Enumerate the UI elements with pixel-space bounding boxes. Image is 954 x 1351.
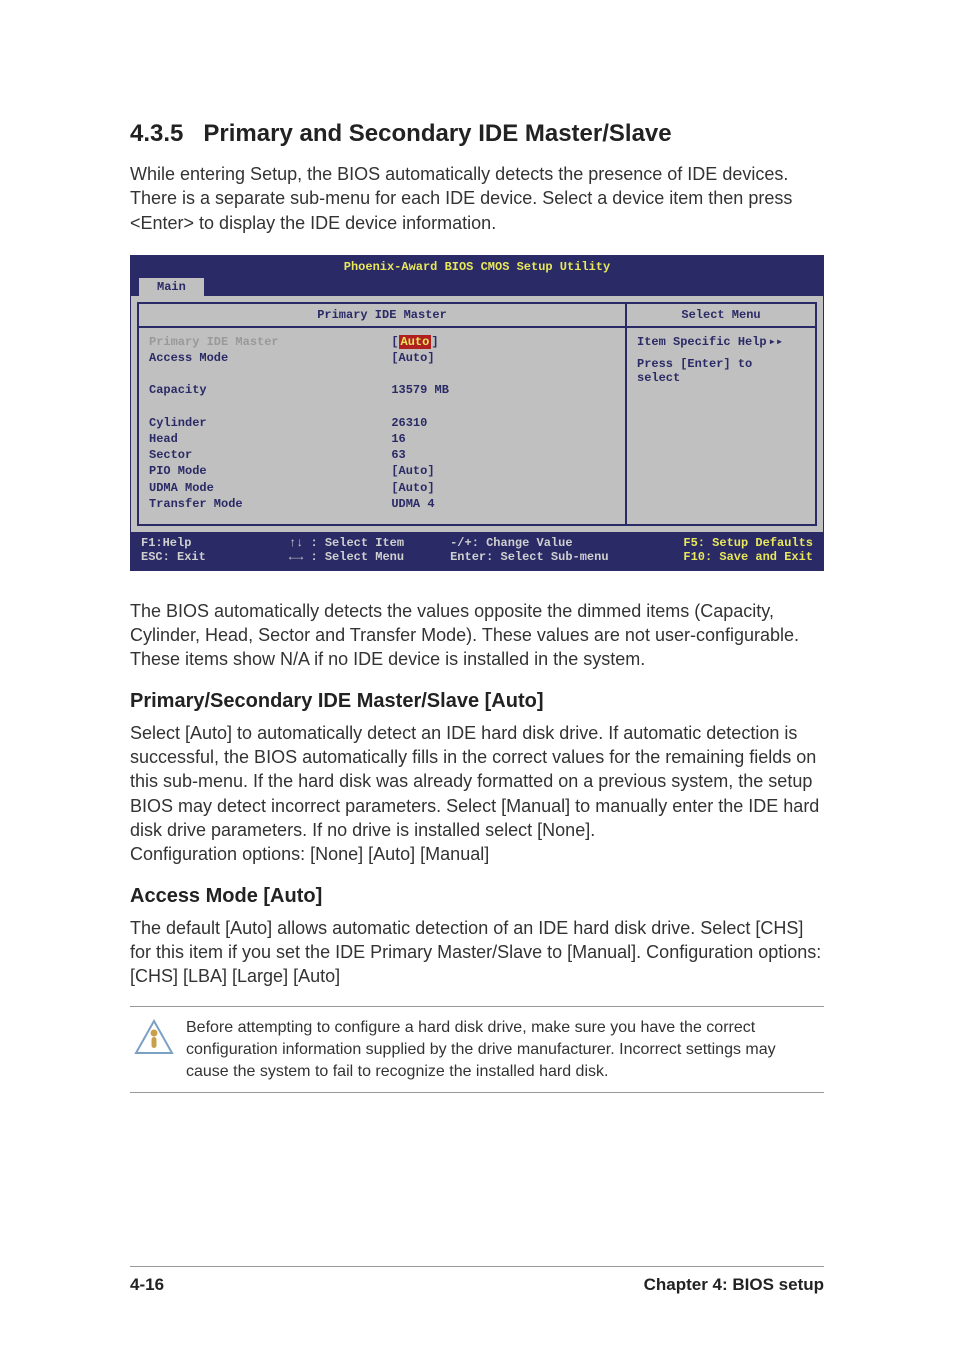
leftright-arrow-icon: ←→	[289, 550, 311, 564]
section-intro: While entering Setup, the BIOS automatic…	[130, 162, 824, 235]
bios-field-label: Transfer Mode	[149, 496, 391, 512]
help-arrow-icon: ▸▸	[769, 335, 783, 349]
subsection-text-1: Select [Auto] to automatically detect an…	[130, 721, 824, 867]
bios-tab-row: Main	[131, 278, 823, 296]
bios-field-label: Sector	[149, 447, 391, 463]
bios-help-text: Press [Enter] to	[637, 357, 805, 371]
bios-field-value: 26310	[391, 415, 427, 431]
section-number: 4.3.5	[130, 120, 183, 147]
bios-key-help: F1:Help	[141, 536, 289, 550]
bios-left-panel-title: Primary IDE Master	[137, 302, 627, 326]
bios-field-value[interactable]: [Auto]	[391, 463, 434, 479]
bios-key-select-item: ↑↓ : Select Item	[289, 536, 450, 550]
bios-settings-panel: Primary IDE Master [Auto] Access Mode [A…	[137, 326, 627, 526]
page-number: 4-16	[130, 1275, 164, 1295]
bios-tab-main[interactable]: Main	[139, 278, 204, 296]
caution-note: Before attempting to configure a hard di…	[130, 1006, 824, 1093]
section-heading: 4.3.5 Primary and Secondary IDE Master/S…	[130, 120, 824, 148]
bios-right-panel-title: Select Menu	[627, 302, 817, 326]
bios-key-defaults: F5: Setup Defaults	[652, 536, 813, 550]
bios-field-label: Cylinder	[149, 415, 391, 431]
bios-key-exit: ESC: Exit	[141, 550, 289, 564]
bios-field-label: Primary IDE Master	[149, 334, 391, 350]
paragraph-after-bios: The BIOS automatically detects the value…	[130, 599, 824, 672]
caution-text: Before attempting to configure a hard di…	[180, 1017, 820, 1082]
bios-field-label: Access Mode	[149, 350, 391, 366]
chapter-title: Chapter 4: BIOS setup	[644, 1275, 824, 1295]
bios-field-label: Head	[149, 431, 391, 447]
bios-field-label: Capacity	[149, 382, 391, 398]
updown-arrow-icon: ↑↓	[289, 536, 311, 550]
bios-field-value[interactable]: [Auto]	[391, 480, 434, 496]
bios-field-label: UDMA Mode	[149, 480, 391, 496]
bios-field-value[interactable]: [Auto]	[391, 334, 438, 350]
bios-field-value[interactable]: [Auto]	[391, 350, 434, 366]
bios-field-value: 63	[391, 447, 405, 463]
section-title-text: Primary and Secondary IDE Master/Slave	[203, 120, 671, 147]
bios-footer: F1:Help ↑↓ : Select Item -/+: Change Val…	[131, 532, 823, 570]
bios-key-enter-sub: Enter: Select Sub-menu	[450, 550, 652, 564]
bios-utility-title: Phoenix-Award BIOS CMOS Setup Utility	[131, 256, 823, 278]
subsection-text-2: The default [Auto] allows automatic dete…	[130, 916, 824, 989]
subsection-heading-1: Primary/Secondary IDE Master/Slave [Auto…	[130, 690, 824, 713]
bios-field-value: UDMA 4	[391, 496, 434, 512]
bios-help-title: Item Specific Help	[637, 335, 767, 349]
caution-icon	[134, 1017, 180, 1060]
page-footer: 4-16 Chapter 4: BIOS setup	[130, 1266, 824, 1295]
bios-help-text: select	[637, 371, 805, 385]
bios-field-value: 16	[391, 431, 405, 447]
subsection-heading-2: Access Mode [Auto]	[130, 885, 824, 908]
bios-field-label: PIO Mode	[149, 463, 391, 479]
bios-screenshot: Phoenix-Award BIOS CMOS Setup Utility Ma…	[130, 255, 824, 571]
bios-key-select-menu: ←→ : Select Menu	[289, 550, 450, 564]
bios-key-save-exit: F10: Save and Exit	[652, 550, 813, 564]
bios-help-panel: Item Specific Help▸▸ Press [Enter] to se…	[627, 326, 817, 526]
bios-field-value: 13579 MB	[391, 382, 449, 398]
bios-key-change-value: -/+: Change Value	[450, 536, 652, 550]
